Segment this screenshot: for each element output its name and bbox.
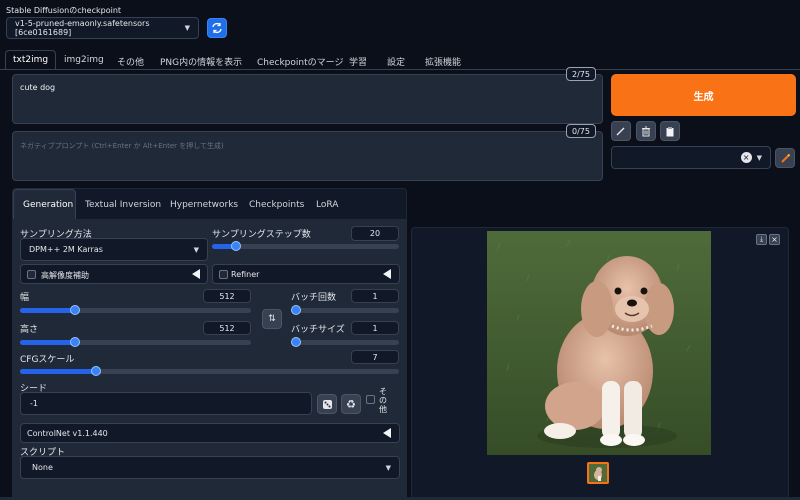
pencil-icon [616,127,625,136]
batch-size-knob[interactable] [291,337,301,347]
height-label: 高さ [20,325,39,335]
batch-size-slider[interactable] [291,337,399,347]
refiner-accordion[interactable]: Refiner [212,264,400,284]
brush-icon [780,153,790,163]
trash-icon [642,126,650,136]
controlnet-label: ControlNet v1.1.440 [27,429,108,438]
dice-icon [322,399,332,409]
hires-fix-label: 高解像度補助 [41,271,89,280]
swap-icon: ⇅ [268,314,276,324]
tab-train[interactable]: 学習 [349,55,367,68]
refresh-checkpoint-button[interactable] [207,18,227,38]
styles-select[interactable]: × ▼ [611,146,771,169]
prompt-text: cute dog [20,83,56,92]
sampler-select[interactable]: DPM++ 2M Karras ▼ [20,238,208,261]
negative-prompt-placeholder: ネガティブプロンプト (Ctrl+Enter か Alt+Enter を押して生… [20,142,224,150]
width-fill [20,308,75,313]
tab-generation[interactable]: Generation [23,200,73,210]
tab-checkpoints[interactable]: Checkpoints [249,200,304,210]
read-params-button[interactable] [611,121,631,141]
height-input[interactable]: 512 [203,321,251,335]
cfg-fill [20,369,96,374]
chevron-down-icon: ▼ [385,463,391,472]
batch-count-slider[interactable] [291,305,399,315]
tab-extensions[interactable]: 拡張機能 [425,55,461,68]
width-slider[interactable] [20,305,251,315]
hires-fix-checkbox[interactable] [27,270,36,279]
gallery-thumbnail[interactable] [587,462,609,484]
tab-checkpoint-merge[interactable]: Checkpointのマージ [257,55,343,68]
batch-count-label: バッチ回数 [291,293,337,303]
download-icon[interactable]: ⤓ [756,234,767,245]
width-input[interactable]: 512 [203,289,251,303]
refiner-label: Refiner [231,270,260,279]
extra-seed-label: その他 [379,387,387,414]
tab-other[interactable]: その他 [117,55,144,68]
batch-count-input[interactable]: 1 [351,289,399,303]
cfg-label: CFGスケール [20,355,75,365]
tab-hypernetworks[interactable]: Hypernetworks [170,200,238,210]
refiner-checkbox[interactable] [219,270,228,279]
cfg-knob[interactable] [91,366,101,376]
generate-button[interactable]: 生成 [611,74,796,116]
negative-prompt-textarea[interactable]: ネガティブプロンプト (Ctrl+Enter か Alt+Enter を押して生… [12,131,603,181]
close-icon[interactable]: × [740,152,752,163]
batch-size-label: バッチサイズ [291,325,345,335]
collapse-arrow-icon[interactable] [192,269,200,279]
collapse-arrow-icon[interactable] [383,269,391,279]
sampler-value: DPM++ 2M Karras [29,245,103,254]
prompt-token-counter: 2/75 [566,67,596,81]
tab-settings[interactable]: 設定 [387,55,405,68]
prompt-textarea[interactable]: cute dog [12,74,603,124]
chevron-down-icon: ▼ [756,153,762,162]
edit-styles-button[interactable] [775,148,795,168]
script-select[interactable]: None ▼ [20,456,400,479]
tab-png-info[interactable]: PNG内の情報を表示 [160,55,242,68]
seed-input[interactable]: -1 [20,392,312,415]
height-fill [20,340,75,345]
recycle-icon: ♻ [346,397,356,411]
steps-slider[interactable] [212,241,399,251]
swap-dimensions-button[interactable]: ⇅ [262,309,282,329]
chevron-down-icon: ▼ [193,245,199,254]
clear-prompt-button[interactable] [636,121,656,141]
steps-input[interactable]: 20 [351,226,399,241]
checkpoint-select[interactable]: v1-5-pruned-emaonly.safetensors [6ce0161… [6,17,199,39]
width-label: 幅 [20,293,30,303]
extra-seed-checkbox[interactable] [366,395,375,404]
steps-label: サンプリングステップ数 [212,230,311,240]
tab-lora[interactable]: LoRA [316,200,338,210]
controlnet-accordion[interactable]: ControlNet v1.1.440 [20,423,400,443]
hires-fix-accordion[interactable]: 高解像度補助 [20,264,208,284]
cfg-slider[interactable] [20,366,399,376]
chevron-down-icon: ▼ [184,24,190,32]
tab-img2img[interactable]: img2img [64,55,104,65]
height-slider[interactable] [20,337,251,347]
checkpoint-label: Stable Diffusionのcheckpoint [6,6,122,15]
reuse-seed-button[interactable]: ♻ [341,394,361,414]
batch-size-input[interactable]: 1 [351,321,399,335]
negative-token-counter: 0/75 [566,124,596,138]
tab-txt2img[interactable]: txt2img [13,55,48,65]
batch-count-knob[interactable] [291,305,301,315]
cfg-input[interactable]: 7 [351,350,399,364]
tab-textual-inversion[interactable]: Textual Inversion [85,200,161,210]
steps-knob[interactable] [231,241,241,251]
paste-style-button[interactable] [660,121,680,141]
refresh-icon [212,22,222,34]
generated-image[interactable] [487,231,711,455]
thumbnail-image [589,464,607,482]
width-knob[interactable] [70,305,80,315]
close-icon[interactable]: × [769,234,780,245]
clipboard-icon [666,126,674,136]
height-knob[interactable] [70,337,80,347]
collapse-arrow-icon[interactable] [383,428,391,438]
checkpoint-value: v1-5-pruned-emaonly.safetensors [6ce0161… [15,19,150,37]
random-seed-button[interactable] [317,394,337,414]
script-value: None [32,463,53,472]
